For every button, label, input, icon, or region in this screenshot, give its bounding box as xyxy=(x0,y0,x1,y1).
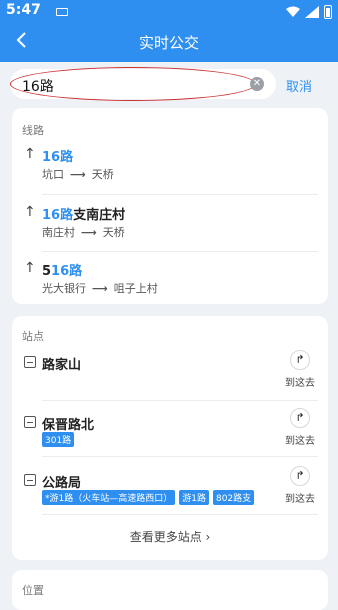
stop-name[interactable]: 公路局 xyxy=(42,472,81,491)
line-name: 16路支南庄村 xyxy=(42,208,126,223)
line-item[interactable]: ↑ 16路 坑口 ⟶ 天桥 xyxy=(12,146,328,186)
route-tag[interactable]: 301路 xyxy=(42,432,75,447)
divider xyxy=(42,400,318,401)
position-section-title: 位置 xyxy=(22,584,44,597)
navigate-label: 到这去 xyxy=(285,494,315,505)
position-card: 位置 xyxy=(12,570,328,610)
route-tags: 301路 xyxy=(42,432,278,447)
direction-arrow-icon: ↑ xyxy=(24,146,36,162)
divider xyxy=(42,456,318,457)
lines-section-title: 线路 xyxy=(22,124,44,137)
navigate-icon: ↱ xyxy=(290,466,310,486)
route-tags: *游1路（火车站—高速路西口） 游1路 802路支 xyxy=(42,490,278,505)
bus-stop-icon xyxy=(24,474,36,486)
search-query[interactable]: 16路 xyxy=(22,76,54,96)
bus-stop-icon xyxy=(24,356,36,368)
navigate-button[interactable]: ↱ 到这去 xyxy=(282,408,318,447)
direction-icon: ⟶ xyxy=(70,168,86,181)
navigate-button[interactable]: ↱ 到这去 xyxy=(282,350,318,389)
direction-arrow-icon: ↑ xyxy=(24,204,36,220)
stops-section-title: 站点 xyxy=(22,330,44,343)
signal-icon xyxy=(305,6,319,18)
navigate-label: 到这去 xyxy=(285,436,315,447)
divider xyxy=(42,514,318,515)
route-tag[interactable]: 802路支 xyxy=(212,490,255,505)
status-bar: 5:47 xyxy=(0,0,338,24)
keyboard-icon xyxy=(56,8,68,16)
page-title: 实时公交 xyxy=(138,34,199,52)
line-terminals: 南庄村 ⟶ 天桥 xyxy=(42,226,125,239)
line-item[interactable]: ↑ 516路 光大银行 ⟶ 咀子上村 xyxy=(12,260,328,300)
battery-icon xyxy=(324,5,332,19)
navigate-icon: ↱ xyxy=(290,408,310,428)
system-icons xyxy=(286,4,332,20)
clear-icon[interactable]: ✕ xyxy=(250,77,264,91)
more-stops-link[interactable]: 查看更多站点 › xyxy=(12,528,328,545)
divider xyxy=(42,251,318,252)
stop-name[interactable]: 保晋路北 xyxy=(42,414,94,433)
line-terminals: 坑口 ⟶ 天桥 xyxy=(42,168,114,181)
line-name: 16路 xyxy=(42,150,74,165)
direction-icon: ⟶ xyxy=(81,226,97,239)
stops-card: 站点 路家山 ↱ 到这去 保晋路北 301路 ↱ 到这去 公路局 *游1路（火车… xyxy=(12,316,328,560)
lines-card: 线路 ↑ 16路 坑口 ⟶ 天桥 ↑ 16路支南庄村 南庄村 ⟶ 天桥 ↑ 516路 光… xyxy=(12,108,328,304)
line-item[interactable]: ↑ 16路支南庄村 南庄村 ⟶ 天桥 xyxy=(12,204,328,244)
divider xyxy=(42,194,318,195)
navigate-icon: ↱ xyxy=(290,350,310,370)
navigate-label: 到这去 xyxy=(285,378,315,389)
bus-stop-icon xyxy=(24,416,36,428)
cancel-button[interactable]: 取消 xyxy=(286,76,312,95)
wifi-icon xyxy=(286,6,300,17)
route-tag[interactable]: 游1路 xyxy=(179,490,209,505)
route-tag[interactable]: *游1路（火车站—高速路西口） xyxy=(42,490,176,505)
line-name: 516路 xyxy=(42,264,83,279)
line-terminals: 光大银行 ⟶ 咀子上村 xyxy=(42,282,158,295)
status-time: 5:47 xyxy=(6,2,41,18)
top-app-bar: 5:47 实时公交 xyxy=(0,0,338,62)
stop-name[interactable]: 路家山 xyxy=(42,354,81,373)
navigate-button[interactable]: ↱ 到这去 xyxy=(282,466,318,505)
direction-icon: ⟶ xyxy=(92,282,108,295)
direction-arrow-icon: ↑ xyxy=(24,260,36,276)
